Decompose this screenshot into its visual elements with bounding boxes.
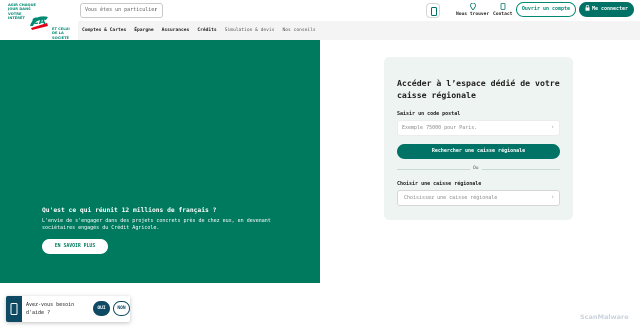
chat-button[interactable] [6,296,22,322]
ca-logo-icon: CA [30,16,48,30]
profile-select[interactable]: Vous êtes un particulier ⇕ [80,3,163,18]
bank-select[interactable]: Choisissez une caisse régionale ⇕ [397,190,560,206]
credit-agricole-logo[interactable]: AGIR CHAQUE JOUR DANS VOTRE INTÉRÊT CA E… [8,3,72,40]
open-account-button[interactable]: Ouvrir un compte [516,2,576,17]
nav-item-simulation[interactable]: Simulation & devis [225,28,275,33]
help-no-button[interactable]: NON [113,301,130,316]
profile-select-value: Vous êtes un particulier [85,7,158,13]
site-header: AGIR CHAQUE JOUR DANS VOTRE INTÉRÊT CA E… [0,0,640,40]
nav-item-assurances[interactable]: Assurances [162,28,190,33]
logo-tagline: ET CELUI DE LA SOCIÉTÉ [52,27,70,40]
map-pin-icon [469,3,476,10]
chevron-updown-icon: ⇕ [551,195,554,200]
spinner-icon: ⇕ [551,125,554,130]
find-us-link[interactable]: Nous trouver [456,3,489,17]
postal-code-label: Saisir un code postal [397,111,461,117]
login-button[interactable]: Me connecter [579,2,634,17]
phone-icon [10,303,18,315]
contact-icon [500,3,506,10]
accessibility-button[interactable] [426,3,440,18]
help-yes-button[interactable]: OUI [93,301,110,316]
help-widget: Avez-vous besoin d'aide ? OUI NON [6,296,130,322]
contact-label: Contact [493,12,513,17]
login-label: Me connecter [591,6,629,12]
bank-select-placeholder: Choisissez une caisse régionale [404,195,498,201]
regional-bank-panel: Accéder à l’espace dédié de votre caisse… [384,57,573,220]
postal-code-placeholder: Exemple 75000 pour Paris. [402,125,478,131]
learn-more-button[interactable]: EN SAVOIR PLUS [42,239,108,254]
find-us-label: Nous trouver [456,12,490,17]
phone-icon [431,7,437,16]
contact-link[interactable]: Contact [493,3,512,17]
panel-title: Accéder à l’espace dédié de votre caisse… [397,78,560,100]
hero-description: L'envie de s'engager dans des projets co… [42,218,271,231]
logo-monogram: CA [32,17,46,27]
help-question: Avez-vous besoin d'aide ? [26,302,75,316]
scanmalware-watermark: ScanMalware [580,313,629,321]
lock-icon [585,5,590,11]
nav-item-credits[interactable]: Crédits [197,28,216,33]
nav-item-epargne[interactable]: Épargne [134,28,153,33]
search-bank-button[interactable]: Rechercher une caisse régionale [397,144,560,159]
nav-item-conseils[interactable]: Nos conseils [282,28,315,33]
choose-bank-label: Choisir une caisse régionale [397,181,482,187]
chevron-updown-icon: ⇕ [153,7,157,13]
hero-title: Qu'est ce qui réunit 12 millions de fran… [42,207,217,214]
postal-code-input[interactable]: Exemple 75000 pour Paris. ⇕ [397,120,560,136]
or-separator: Ou [470,166,482,171]
nav-item-comptes[interactable]: Comptes & Cartes [82,28,126,33]
hero-banner: Qu'est ce qui réunit 12 millions de fran… [0,40,320,283]
main-nav: Comptes & Cartes Épargne Assurances Créd… [78,21,640,40]
